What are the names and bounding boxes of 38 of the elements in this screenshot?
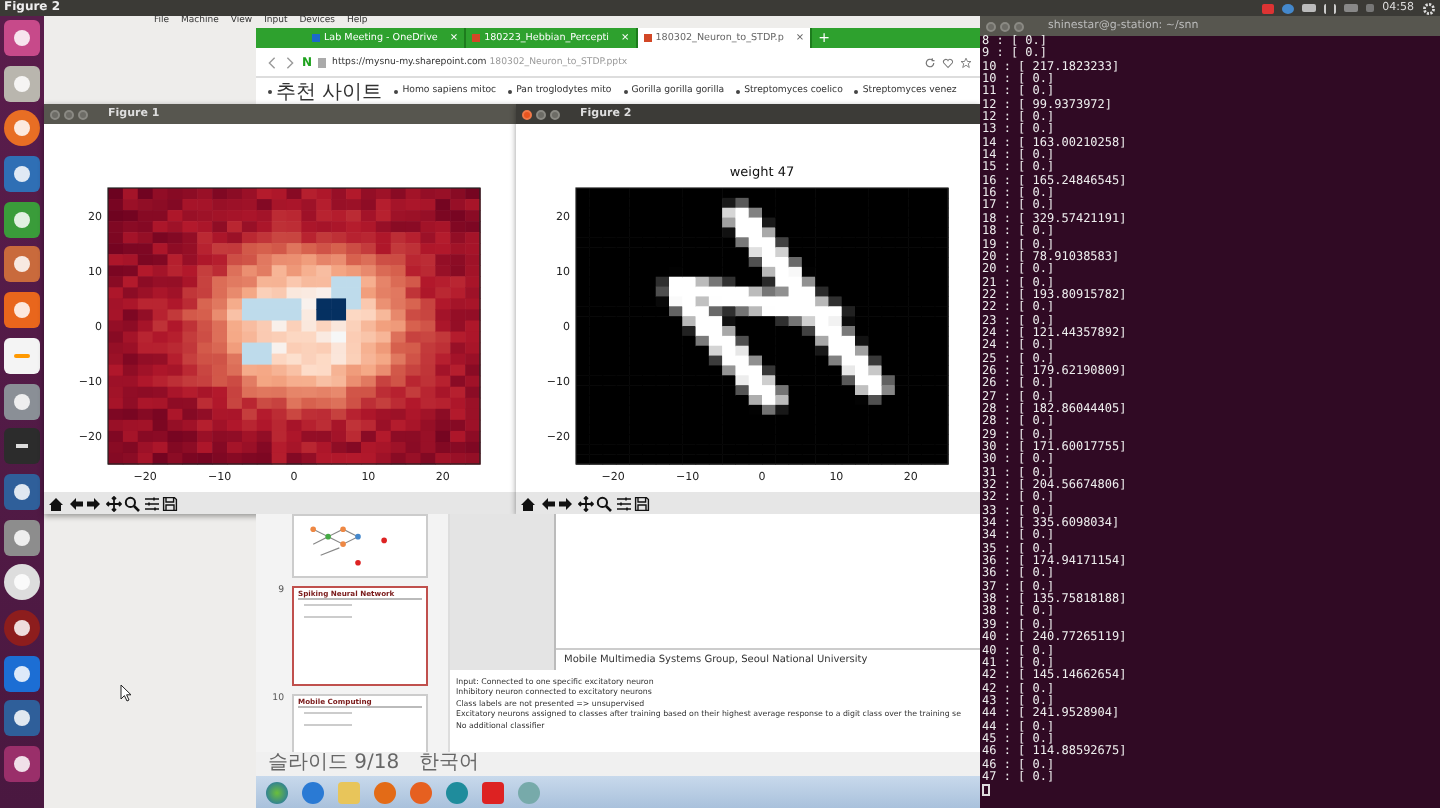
circle-logo-icon[interactable] bbox=[4, 20, 40, 56]
home-icon[interactable] bbox=[520, 495, 536, 511]
mouse-pointer-icon bbox=[120, 684, 132, 702]
terminal-icon[interactable] bbox=[4, 428, 40, 465]
slide-thumbnail[interactable] bbox=[292, 514, 428, 578]
move-icon[interactable] bbox=[105, 495, 121, 511]
zoom-icon[interactable] bbox=[596, 495, 612, 511]
start-orb-icon[interactable] bbox=[266, 781, 288, 803]
status-text[interactable]: 슬라이드 9/18 bbox=[268, 752, 400, 776]
status-text[interactable]: 한국어 bbox=[419, 752, 480, 776]
text-cursor bbox=[982, 784, 990, 797]
save-icon[interactable] bbox=[634, 495, 650, 511]
maximize-button[interactable] bbox=[550, 109, 560, 119]
back-arrow-icon[interactable] bbox=[539, 495, 555, 511]
move-icon[interactable] bbox=[577, 495, 593, 511]
forward-icon[interactable] bbox=[284, 55, 296, 69]
save-icon[interactable] bbox=[162, 495, 178, 511]
minimize-button[interactable] bbox=[536, 109, 546, 119]
forward-arrow-icon[interactable] bbox=[86, 495, 102, 511]
bullet-lines-drawing bbox=[304, 604, 352, 618]
bookmark[interactable]: 추천 사이트 bbox=[268, 77, 383, 105]
close-button[interactable] bbox=[522, 109, 532, 119]
back-arrow-icon[interactable] bbox=[67, 495, 83, 511]
file-icon bbox=[312, 34, 320, 42]
bullet-lines-drawing bbox=[304, 712, 352, 726]
sliders-icon[interactable] bbox=[143, 495, 159, 511]
back-icon[interactable] bbox=[266, 55, 278, 69]
forward-arrow-icon[interactable] bbox=[558, 495, 574, 511]
home-icon[interactable] bbox=[48, 495, 64, 511]
file-icon bbox=[643, 34, 652, 42]
file-icon bbox=[472, 34, 481, 42]
heart-icon[interactable] bbox=[942, 55, 954, 69]
sliders-icon[interactable] bbox=[615, 495, 631, 511]
star-icon[interactable] bbox=[960, 55, 972, 69]
gear-icon[interactable] bbox=[1422, 1, 1436, 15]
page-icon bbox=[318, 57, 327, 67]
refresh-icon[interactable] bbox=[924, 55, 936, 69]
zoom-icon[interactable] bbox=[124, 495, 140, 511]
